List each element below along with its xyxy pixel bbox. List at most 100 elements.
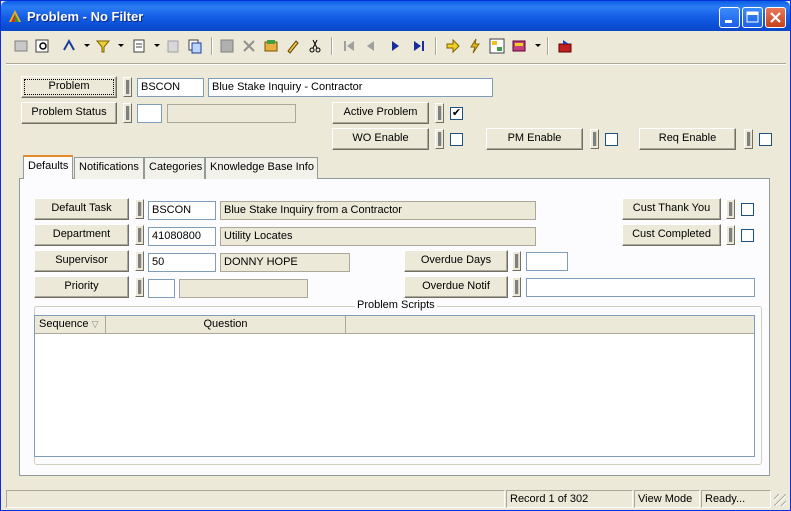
problem-status-description: [167, 104, 296, 123]
default-task-grip[interactable]: [135, 199, 144, 219]
wo-enable-button[interactable]: WO Enable: [332, 128, 429, 150]
wo-enable-grip[interactable]: [435, 129, 444, 149]
problem-lookup-grip[interactable]: [123, 77, 132, 97]
problem-status-button[interactable]: Problem Status: [21, 102, 117, 124]
column-sequence-label: Sequence: [39, 318, 89, 330]
print-button[interactable]: [129, 36, 149, 56]
column-header-sequence[interactable]: Sequence ▽: [35, 316, 106, 333]
add-note-button[interactable]: [261, 36, 281, 56]
tab-defaults[interactable]: Defaults: [23, 155, 73, 179]
ready-indicator: Ready...: [701, 490, 771, 508]
cut-icon: [309, 39, 321, 53]
save-icon: [220, 39, 234, 53]
title-bar[interactable]: Problem - No Filter: [1, 1, 790, 31]
req-enable-button[interactable]: Req Enable: [639, 128, 736, 150]
exit-icon: [558, 40, 572, 53]
pm-enable-button[interactable]: PM Enable: [486, 128, 583, 150]
department-button[interactable]: Department: [34, 224, 129, 246]
search-icon: [35, 39, 49, 53]
resize-grip-icon[interactable]: [774, 494, 786, 506]
go-icon: [446, 38, 460, 54]
cust-completed-grip[interactable]: [726, 225, 735, 245]
tab-notifications[interactable]: Notifications: [74, 157, 144, 179]
exit-button[interactable]: [555, 36, 575, 56]
req-enable-grip[interactable]: [744, 129, 753, 149]
next-record-button[interactable]: [385, 36, 405, 56]
overdue-days-grip[interactable]: [512, 251, 521, 271]
supervisor-button[interactable]: Supervisor: [34, 250, 129, 272]
minimize-button[interactable]: [719, 7, 740, 28]
priority-code-input[interactable]: [148, 279, 175, 298]
cust-thank-you-checkbox[interactable]: [741, 203, 754, 216]
pm-enable-checkbox[interactable]: [605, 133, 618, 146]
window-title: Problem - No Filter: [27, 9, 144, 24]
clone-button[interactable]: [185, 36, 205, 56]
overdue-notif-button[interactable]: Overdue Notif: [404, 276, 508, 298]
problem-status-lookup-grip[interactable]: [123, 103, 132, 123]
supervisor-code-input[interactable]: 50: [148, 253, 216, 272]
new-record-button[interactable]: [11, 36, 31, 56]
mode-indicator: View Mode: [634, 490, 700, 508]
overdue-notif-input[interactable]: [526, 278, 755, 297]
department-code-input[interactable]: 41080800: [148, 227, 216, 246]
problem-scripts-grid[interactable]: Sequence ▽ Question: [34, 315, 755, 457]
books-button[interactable]: [509, 36, 529, 56]
status-message: [6, 490, 505, 508]
problem-code-input[interactable]: BSCON: [137, 78, 204, 97]
copy-button[interactable]: [163, 36, 183, 56]
prev-record-button[interactable]: [361, 36, 381, 56]
tab-knowledge-base-info[interactable]: Knowledge Base Info: [205, 157, 318, 179]
grid-header: Sequence ▽ Question: [35, 316, 754, 334]
cust-thank-you-button[interactable]: Cust Thank You: [622, 198, 721, 220]
filter-icon: [95, 40, 111, 53]
cust-thank-you-grip[interactable]: [726, 199, 735, 219]
sort-button[interactable]: [59, 36, 79, 56]
pm-enable-grip[interactable]: [590, 129, 599, 149]
overdue-days-button[interactable]: Overdue Days: [404, 250, 508, 272]
go-button[interactable]: [443, 36, 463, 56]
column-header-question[interactable]: Question: [106, 316, 346, 333]
close-button[interactable]: [765, 7, 786, 28]
first-record-button[interactable]: [339, 36, 359, 56]
priority-button[interactable]: Priority: [34, 276, 129, 298]
maximize-button[interactable]: [742, 7, 763, 28]
prev-record-icon: [367, 41, 374, 51]
active-problem-button[interactable]: Active Problem: [332, 102, 429, 124]
save-button[interactable]: [217, 36, 237, 56]
first-record-icon: [344, 41, 354, 51]
last-record-icon: [414, 41, 424, 51]
cust-completed-checkbox[interactable]: [741, 229, 754, 242]
record-counter: Record 1 of 302: [506, 490, 633, 508]
overdue-days-input[interactable]: [526, 252, 568, 271]
cut-button[interactable]: [305, 36, 325, 56]
active-problem-grip[interactable]: [435, 103, 444, 123]
problem-button[interactable]: Problem: [21, 76, 117, 98]
delete-button[interactable]: [239, 36, 259, 56]
sort-descending-icon: ▽: [91, 319, 99, 329]
last-record-button[interactable]: [409, 36, 429, 56]
active-problem-checkbox[interactable]: ✔: [450, 107, 463, 120]
cust-completed-button[interactable]: Cust Completed: [622, 224, 721, 246]
department-grip[interactable]: [135, 225, 144, 245]
filter-button[interactable]: [93, 36, 113, 56]
status-bar: Record 1 of 302 View Mode Ready...: [6, 490, 786, 509]
maximize-icon: [746, 11, 759, 23]
tab-categories[interactable]: Categories: [144, 157, 205, 179]
default-task-button[interactable]: Default Task: [34, 198, 129, 220]
lightning-button[interactable]: [465, 36, 485, 56]
copy-icon: [167, 40, 179, 53]
problem-description-input[interactable]: Blue Stake Inquiry - Contractor: [208, 78, 493, 97]
edit-button[interactable]: [283, 36, 303, 56]
overdue-notif-grip[interactable]: [512, 277, 521, 297]
workflow-button[interactable]: [487, 36, 507, 56]
default-task-code-input[interactable]: BSCON: [148, 201, 216, 220]
supervisor-grip[interactable]: [135, 251, 144, 271]
problem-status-code-input[interactable]: [137, 104, 162, 123]
priority-grip[interactable]: [135, 277, 144, 297]
supervisor-name: DONNY HOPE: [220, 253, 350, 272]
next-record-icon: [392, 41, 399, 51]
wo-enable-checkbox[interactable]: [450, 133, 463, 146]
toolbar-divider: [6, 63, 786, 65]
search-button[interactable]: [33, 36, 53, 56]
req-enable-checkbox[interactable]: [759, 133, 772, 146]
